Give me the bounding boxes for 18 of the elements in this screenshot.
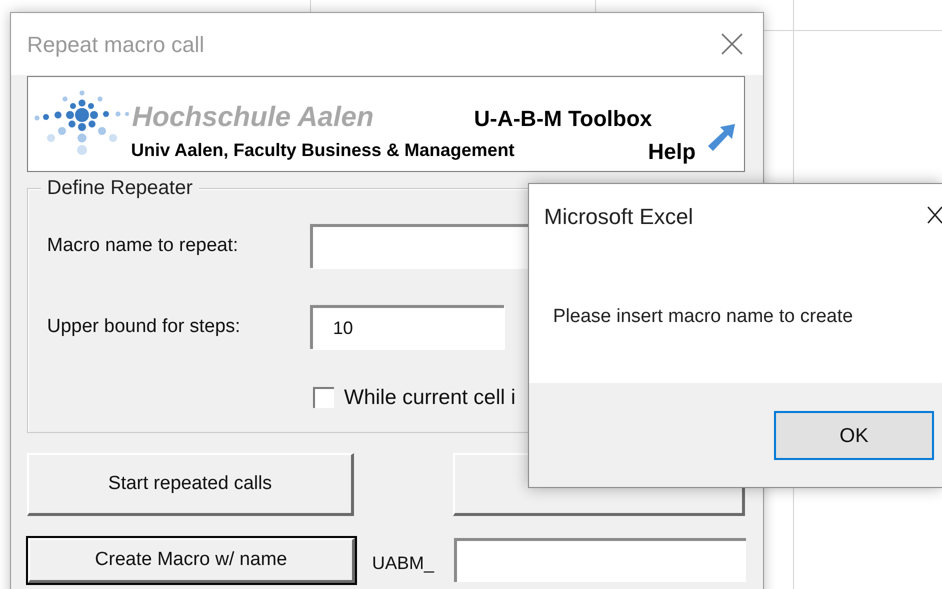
message-box-title: Microsoft Excel (544, 202, 694, 230)
prefix-label: UABM_ (372, 552, 436, 575)
school-name: Hochschule Aalen (132, 103, 374, 131)
ok-button[interactable]: OK (774, 411, 934, 460)
close-icon[interactable] (927, 206, 942, 224)
start-button[interactable]: Start repeated calls (27, 453, 354, 516)
toolbox-title: U-A-B-M Toolbox (474, 108, 652, 130)
field-label: Macro name to repeat: (47, 234, 240, 258)
create-macro-button[interactable]: Create Macro w/ name (28, 538, 355, 583)
input-field[interactable]: 10 (310, 305, 504, 349)
window-title: Repeat macro call (27, 30, 204, 59)
help-link[interactable]: Help (648, 141, 696, 163)
input-field[interactable] (454, 538, 746, 582)
checkbox[interactable] (313, 387, 334, 408)
field-label: Upper bound for steps: (47, 314, 242, 339)
message-text: Please insert macro name to create (553, 306, 853, 327)
faculty-text: Univ Aalen, Faculty Business & Management (131, 141, 514, 159)
checkbox-label: While current cell i (344, 385, 516, 411)
